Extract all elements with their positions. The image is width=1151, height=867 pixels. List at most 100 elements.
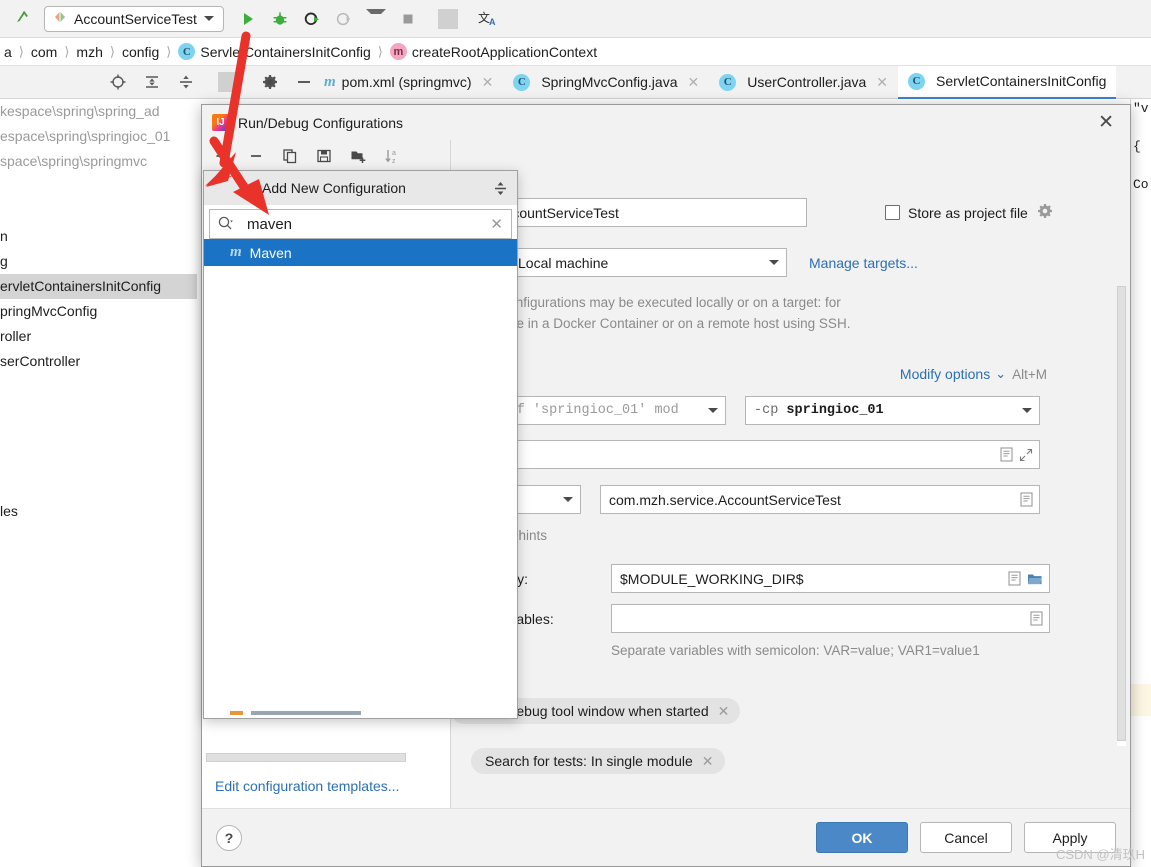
run-config-name: AccountServiceTest — [74, 10, 197, 27]
popup-result-list[interactable]: m Maven — [204, 239, 517, 710]
tree-item-selected[interactable]: ervletContainersInitConfig — [0, 274, 197, 299]
macro-icon[interactable] — [1000, 447, 1013, 462]
chevron-down-icon[interactable] — [1022, 408, 1032, 413]
description-line-2: example in a Docker Container or on a re… — [473, 316, 851, 331]
locate-icon[interactable] — [108, 72, 128, 92]
store-as-project-file-checkbox[interactable] — [885, 205, 900, 220]
macro-icon[interactable] — [1030, 611, 1043, 626]
folder-icon[interactable] — [1027, 572, 1043, 586]
chevron-down-icon[interactable] — [203, 16, 214, 21]
cancel-button[interactable]: Cancel — [920, 822, 1012, 853]
tree-item[interactable]: espace\spring\springioc_01 — [0, 124, 197, 149]
search-input-value[interactable]: maven — [235, 216, 490, 233]
working-directory-input[interactable]: $MODULE_WORKING_DIR$ — [611, 564, 1050, 593]
search-icon[interactable] — [217, 215, 235, 234]
maven-icon: m — [324, 73, 336, 90]
configurations-toolbar: az — [202, 140, 450, 173]
manage-targets-link[interactable]: Manage targets... — [809, 255, 918, 271]
popup-item-maven[interactable]: m Maven — [204, 239, 517, 266]
editor-sliver[interactable]: "v { Co — [1130, 99, 1151, 867]
tab-pom-xml[interactable]: m pom.xml (springmvc) ✕ — [314, 66, 503, 99]
breadcrumb-item-4[interactable]: ServletContainersInitConfig — [200, 44, 370, 60]
environment-variables-input[interactable] — [611, 604, 1050, 633]
classpath-combo[interactable]: -cp springioc_01 — [745, 396, 1040, 425]
chevron-down-icon[interactable] — [769, 260, 779, 265]
expand-all-icon[interactable] — [142, 72, 162, 92]
tab-servletcontainersinitconfig[interactable]: C ServletContainersInitConfig — [898, 65, 1117, 99]
chevron-down-icon[interactable] — [708, 408, 718, 413]
toolbar-divider — [437, 8, 458, 29]
class-input[interactable]: com.mzh.service.AccountServiceTest — [600, 485, 1040, 514]
tree-item[interactable]: space\spring\springmvc — [0, 149, 197, 174]
tab-springmvcconfig[interactable]: C SpringMvcConfig.java ✕ — [503, 66, 709, 99]
form-vertical-scrollbar[interactable] — [1117, 286, 1126, 746]
environment-variables-row: nment variables: — [451, 604, 1050, 633]
name-input[interactable]: AccountServiceTest — [487, 198, 807, 227]
run-configuration-selector[interactable]: AccountServiceTest — [44, 5, 224, 32]
collapse-all-icon[interactable] — [176, 72, 196, 92]
folder-add-icon[interactable] — [348, 146, 368, 166]
sort-alphabetically-icon[interactable]: az — [382, 146, 402, 166]
close-icon[interactable]: ✕ — [718, 703, 730, 720]
macro-icon[interactable] — [1008, 571, 1021, 586]
tree-item[interactable]: pringMvcConfig — [0, 299, 197, 324]
breadcrumb-item-2[interactable]: mzh — [76, 44, 102, 60]
edit-configuration-templates-link[interactable]: Edit configuration templates... — [202, 764, 450, 808]
close-icon[interactable]: ✕ — [687, 74, 699, 91]
svg-text:A: A — [489, 17, 496, 27]
working-directory-row: ng directory: $MODULE_WORKING_DIR$ — [451, 564, 1050, 593]
ok-button[interactable]: OK — [816, 822, 908, 853]
gear-icon[interactable] — [1037, 203, 1053, 222]
configuration-form: : AccountServiceTest Store as project fi… — [451, 140, 1130, 808]
breadcrumb-item-0[interactable]: a — [4, 44, 12, 60]
project-tree[interactable]: kespace\spring\spring_ad espace\spring\s… — [0, 99, 197, 867]
run-with-coverage-icon[interactable] — [302, 9, 322, 29]
add-icon[interactable] — [212, 146, 232, 166]
close-icon[interactable]: ✕ — [1090, 113, 1122, 132]
tree-item[interactable]: kespace\spring\spring_ad — [0, 99, 197, 124]
hide-icon[interactable] — [294, 72, 314, 92]
copy-icon[interactable] — [280, 146, 300, 166]
run-icon[interactable] — [238, 9, 258, 29]
stop-icon[interactable] — [398, 9, 418, 29]
tab-usercontroller[interactable]: C UserController.java ✕ — [709, 66, 898, 99]
settings-icon[interactable] — [260, 72, 280, 92]
help-button[interactable]: ? — [216, 824, 242, 851]
tree-item[interactable]: les — [0, 499, 197, 524]
profiler-chevron-down-icon[interactable] — [365, 8, 386, 29]
environment-variables-hint: Separate variables with semicolon: VAR=v… — [611, 643, 980, 658]
breadcrumb-item-3[interactable]: config — [122, 44, 159, 60]
tree-item[interactable]: roller — [0, 324, 197, 349]
collapse-icon[interactable] — [492, 180, 509, 197]
close-icon[interactable]: ✕ — [876, 74, 888, 91]
popup-item-partial[interactable] — [204, 710, 517, 718]
code-line: { — [1133, 139, 1141, 154]
close-icon[interactable]: ✕ — [702, 753, 714, 770]
chevron-down-icon[interactable] — [563, 497, 573, 502]
tree-item[interactable]: g — [0, 249, 197, 274]
target-combo[interactable]: Local machine — [487, 248, 787, 277]
vm-options-input[interactable] — [451, 440, 1040, 469]
class-value: com.mzh.service.AccountServiceTest — [609, 491, 841, 508]
breadcrumb-item-1[interactable]: com — [31, 44, 57, 60]
tree-item-blank — [0, 474, 197, 499]
tree-item[interactable]: serController — [0, 349, 197, 374]
remove-icon[interactable] — [246, 146, 266, 166]
breadcrumb-item-5[interactable]: createRootApplicationContext — [412, 44, 597, 60]
modify-options-link[interactable]: Modify options — [900, 366, 990, 382]
tree-item[interactable]: n — [0, 224, 197, 249]
clear-icon[interactable]: ✕ — [490, 215, 503, 233]
build-and-run-header: and run Modify options ⌄ Alt+M — [457, 366, 1047, 382]
popup-search-field[interactable]: maven ✕ — [209, 209, 512, 239]
save-icon[interactable] — [314, 146, 334, 166]
macro-icon[interactable] — [1020, 492, 1033, 507]
translate-icon[interactable]: 文A — [478, 9, 498, 29]
close-icon[interactable]: ✕ — [482, 74, 494, 91]
chip-search-for-tests[interactable]: Search for tests: In single module ✕ — [471, 748, 725, 774]
debug-icon[interactable] — [270, 9, 290, 29]
chevron-down-icon[interactable]: ⌄ — [995, 366, 1006, 382]
back-arrow-icon[interactable] — [8, 6, 38, 31]
profiler-icon[interactable] — [334, 9, 354, 29]
configurations-hscrollbar[interactable] — [206, 753, 440, 762]
expand-icon[interactable] — [1019, 448, 1033, 462]
